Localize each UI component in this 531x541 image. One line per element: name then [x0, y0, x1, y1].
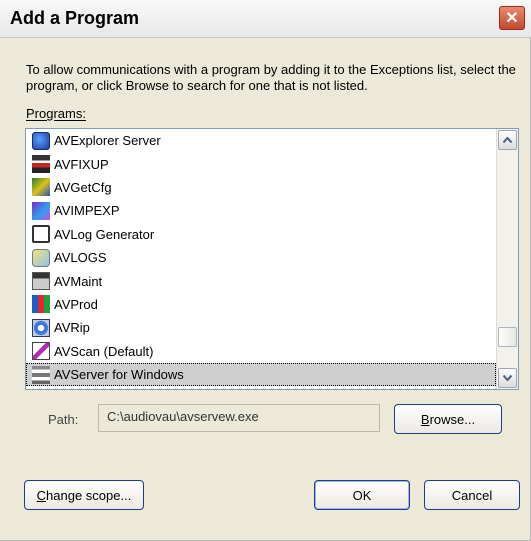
program-list-item[interactable]: AVLOGS: [26, 246, 496, 269]
program-list-item[interactable]: AVScan (Default): [26, 340, 496, 363]
path-field: C:\audiovau\avservew.exe: [98, 404, 380, 432]
vertical-scrollbar[interactable]: [496, 129, 518, 389]
program-name: AVRip: [54, 320, 90, 336]
av-log-generator-icon: [32, 225, 50, 244]
program-name: AVFIXUP: [54, 156, 109, 172]
av-scan-icon: [32, 342, 50, 361]
scroll-down-button[interactable]: [498, 368, 517, 388]
scroll-up-button[interactable]: [498, 130, 517, 150]
programs-list: AVExplorer Server AVFIXUP AVGetCfg AVIMPEXP…: [26, 129, 496, 387]
program-list-item[interactable]: AVServer for Windows: [26, 362, 496, 387]
ok-button[interactable]: OK: [314, 480, 410, 510]
chevron-down-icon: [503, 375, 512, 381]
browse-label: rowse...: [429, 411, 476, 427]
add-program-dialog: Add a Program ✕ To allow communications …: [0, 0, 531, 541]
change-scope-label: hange scope...: [46, 487, 132, 503]
programs-label: Programs:: [26, 106, 86, 121]
program-list-item[interactable]: AVLog Generator: [26, 223, 496, 246]
av-fixup-icon: [32, 155, 50, 174]
path-label: Path:: [48, 412, 79, 427]
program-list-item[interactable]: AVGetCfg: [26, 176, 496, 199]
program-list-item[interactable]: AVIMPEXP: [26, 199, 496, 222]
av-impexp-icon: [32, 201, 50, 220]
program-name: AVExplorer Server: [54, 133, 161, 149]
programs-label-mnemonic: P: [26, 106, 35, 121]
dialog-title: Add a Program: [10, 8, 140, 28]
program-name: AVLOGS: [54, 250, 107, 266]
program-name: AVScan (Default): [54, 343, 154, 359]
programs-listbox[interactable]: AVExplorer Server AVFIXUP AVGetCfg AVIMPEXP…: [25, 128, 519, 390]
program-list-item[interactable]: AVProd: [26, 293, 496, 316]
program-name: AVServer for Windows: [54, 367, 184, 383]
av-prod-icon: [32, 295, 50, 314]
chevron-up-icon: [503, 137, 512, 143]
browse-mnemonic: B: [420, 411, 430, 427]
programs-label-rest: rograms:: [34, 106, 86, 121]
av-server-icon: [32, 365, 50, 384]
close-button[interactable]: ✕: [499, 6, 525, 30]
change-scope-mnemonic: C: [36, 487, 47, 503]
cancel-label: Cancel: [451, 487, 493, 503]
program-name: AVProd: [54, 296, 98, 312]
description-text: To allow communications with a program b…: [26, 62, 516, 93]
close-icon: ✕: [505, 10, 519, 27]
program-list-item[interactable]: AVMaint: [26, 269, 496, 292]
av-getcfg-icon: [32, 178, 50, 197]
program-list-item[interactable]: AVExplorer Server: [26, 129, 496, 152]
av-logs-icon: [32, 248, 50, 267]
program-name: AVGetCfg: [54, 179, 112, 195]
title-bar[interactable]: Add a Program ✕: [0, 0, 531, 38]
av-explorer-icon: [32, 131, 50, 150]
cancel-button[interactable]: Cancel: [424, 480, 520, 510]
program-name: AVIMPEXP: [54, 203, 120, 219]
program-name: AVLog Generator: [54, 226, 155, 242]
program-list-item[interactable]: AVFIXUP: [26, 152, 496, 175]
program-list-item[interactable]: AVRip: [26, 316, 496, 339]
av-rip-icon: [32, 318, 50, 337]
browse-button[interactable]: Browse...: [394, 404, 502, 434]
scroll-thumb[interactable]: [498, 327, 517, 348]
ok-label: OK: [352, 487, 372, 503]
program-name: AVMaint: [54, 273, 103, 289]
av-maint-icon: [32, 272, 50, 291]
change-scope-button[interactable]: Change scope...: [24, 480, 144, 510]
